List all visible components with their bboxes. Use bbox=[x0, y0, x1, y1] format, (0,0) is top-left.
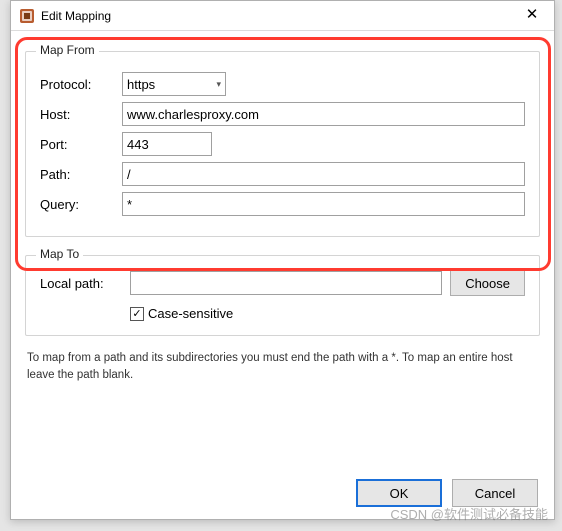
map-to-group: Map To Local path: Choose ✓ Case-sensiti… bbox=[25, 255, 540, 336]
path-label: Path: bbox=[40, 167, 122, 182]
map-to-legend: Map To bbox=[36, 247, 83, 261]
case-sensitive-label: Case-sensitive bbox=[148, 306, 233, 321]
case-sensitive-checkbox[interactable]: ✓ bbox=[130, 307, 144, 321]
query-label: Query: bbox=[40, 197, 122, 212]
dialog-window: Edit Mapping ✕ Map From Protocol: https … bbox=[10, 0, 555, 520]
check-icon: ✓ bbox=[132, 307, 141, 320]
localpath-input[interactable] bbox=[130, 271, 442, 295]
close-button[interactable]: ✕ bbox=[510, 1, 554, 31]
host-label: Host: bbox=[40, 107, 122, 122]
ok-button[interactable]: OK bbox=[356, 479, 442, 507]
host-input[interactable] bbox=[122, 102, 525, 126]
protocol-value: https bbox=[127, 77, 155, 92]
app-icon bbox=[19, 8, 35, 24]
map-from-legend: Map From bbox=[36, 43, 99, 57]
cancel-button[interactable]: Cancel bbox=[452, 479, 538, 507]
path-input[interactable] bbox=[122, 162, 525, 186]
window-title: Edit Mapping bbox=[41, 9, 510, 23]
chevron-down-icon: ▾ bbox=[216, 79, 221, 90]
titlebar: Edit Mapping ✕ bbox=[11, 1, 554, 31]
protocol-select[interactable]: https ▾ bbox=[122, 72, 226, 96]
protocol-label: Protocol: bbox=[40, 77, 122, 92]
content-area: Map From Protocol: https ▾ Host: Port: P… bbox=[11, 31, 554, 405]
choose-button[interactable]: Choose bbox=[450, 270, 525, 296]
map-from-group: Map From Protocol: https ▾ Host: Port: P… bbox=[25, 51, 540, 237]
localpath-label: Local path: bbox=[40, 276, 122, 291]
query-input[interactable] bbox=[122, 192, 525, 216]
port-input[interactable] bbox=[122, 132, 212, 156]
dialog-buttons: OK Cancel bbox=[356, 479, 538, 507]
hint-text: To map from a path and its subdirectorie… bbox=[27, 350, 538, 385]
port-label: Port: bbox=[40, 137, 122, 152]
